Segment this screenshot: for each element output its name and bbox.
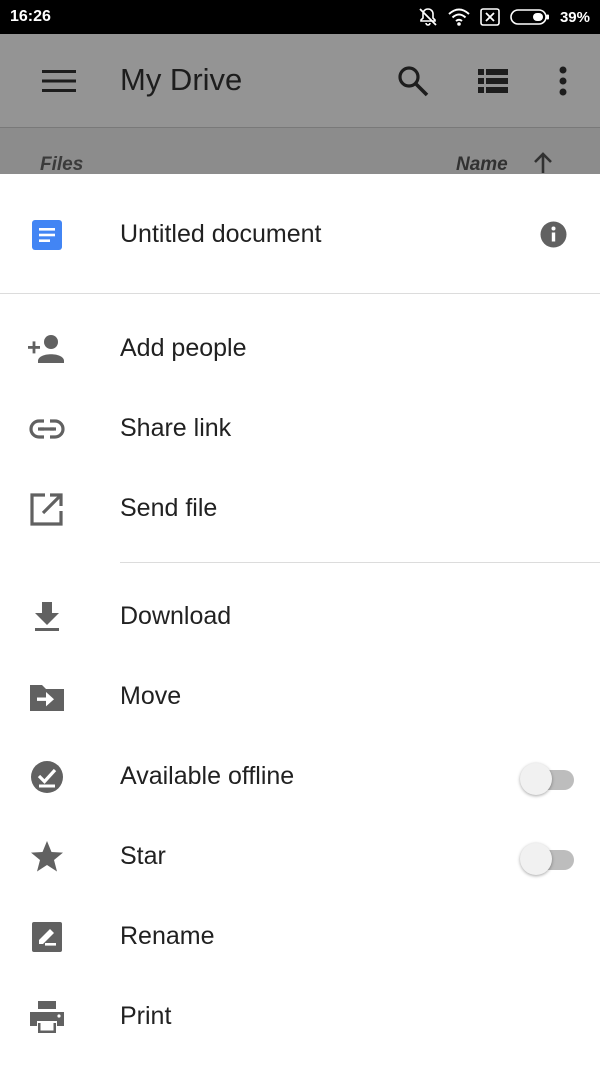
screen: 16:26 39% My Drive Files Name Untitled d… (0, 0, 600, 1067)
star-toggle[interactable] (520, 840, 576, 875)
menu-item-move[interactable]: Move (0, 657, 600, 737)
offline-check-icon (28, 759, 66, 795)
menu-item-label: Download (120, 602, 232, 630)
menu-item-send-file[interactable]: Send file (0, 469, 600, 549)
menu-item-label: Available offline (120, 762, 295, 790)
menu-item-label: Share link (120, 414, 232, 442)
status-time: 16:26 (10, 8, 51, 25)
menu-item-print[interactable]: Print (0, 977, 600, 1057)
open-in-new-icon (28, 491, 66, 527)
toggle-thumb (520, 843, 552, 875)
menu-item-label: Move (120, 682, 182, 710)
battery-icon (510, 8, 550, 26)
google-docs-icon (31, 219, 63, 251)
wifi-icon (448, 8, 470, 26)
move-to-folder-icon (28, 679, 66, 715)
menu-item-add-people[interactable]: Add people (0, 309, 600, 389)
rename-icon (28, 919, 66, 955)
menu-item-share-link[interactable]: Share link (0, 389, 600, 469)
star-icon (28, 839, 66, 875)
bottom-sheet: Untitled document Add people Share link … (0, 174, 600, 1067)
document-title: Untitled document (120, 220, 322, 248)
menu-item-available-offline[interactable]: Available offline (0, 737, 600, 817)
status-icons: 39% (418, 7, 590, 27)
menu-item-label: Star (120, 842, 166, 870)
status-bar: 16:26 39% (0, 0, 600, 34)
toggle-thumb (520, 763, 552, 795)
download-icon (28, 599, 66, 635)
menu-item-label: Print (120, 1002, 172, 1030)
section-divider (120, 562, 600, 563)
offline-toggle[interactable] (520, 760, 576, 795)
info-icon[interactable] (540, 221, 567, 248)
menu-item-label: Send file (120, 494, 218, 522)
link-icon (28, 411, 66, 447)
menu-item-download[interactable]: Download (0, 577, 600, 657)
silent-icon (418, 7, 438, 27)
menu-item-star[interactable]: Star (0, 817, 600, 897)
sim-off-icon (480, 8, 500, 26)
add-person-icon (28, 331, 66, 367)
print-icon (28, 999, 66, 1035)
menu-item-label: Add people (120, 334, 247, 362)
sheet-header: Untitled document (0, 174, 600, 294)
battery-percent: 39% (559, 8, 590, 26)
menu-item-label: Rename (120, 922, 215, 950)
menu-item-rename[interactable]: Rename (0, 897, 600, 977)
